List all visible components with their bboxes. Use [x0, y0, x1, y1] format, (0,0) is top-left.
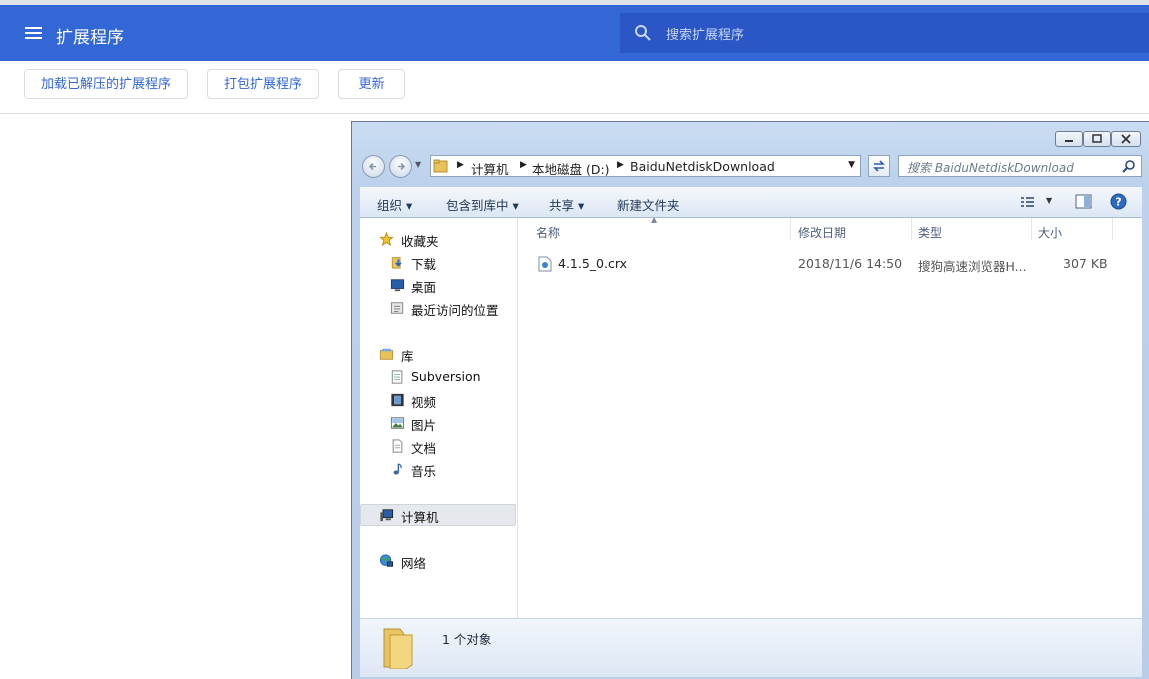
nav-computer[interactable]: 计算机 [380, 507, 439, 526]
maximize-button[interactable] [1083, 131, 1111, 147]
load-unpacked-button[interactable]: 加载已解压的扩展程序 [24, 69, 188, 99]
forward-arrow-icon [398, 162, 406, 171]
recent-places-icon [390, 302, 404, 314]
maximize-icon [1092, 134, 1102, 143]
nav-music[interactable]: 音乐 [393, 461, 437, 480]
nav-favorites-label: 收藏夹 [401, 234, 439, 249]
back-arrow-icon [368, 162, 376, 171]
music-icon [393, 463, 402, 475]
nav-network-label: 网络 [401, 556, 427, 571]
desktop-icon [390, 279, 405, 292]
folder-search-input[interactable]: 搜索 BaiduNetdiskDownload [898, 155, 1142, 177]
command-bar: 组织 ▾ 包含到库中 ▾ 共享 ▾ 新建文件夹 ▼ ? [360, 187, 1142, 218]
nav-pictures-label: 图片 [411, 418, 437, 433]
navigation-pane: 收藏夹 下载 桌面 最近访问的位置 库 Subversion 视频 图片 文档 … [360, 218, 518, 618]
nav-recent-label: 最近访问的位置 [411, 303, 499, 318]
forward-button[interactable] [389, 155, 412, 178]
nav-libraries-label: 库 [401, 349, 414, 364]
new-folder-button[interactable]: 新建文件夹 [617, 195, 680, 214]
crx-file-icon [538, 256, 552, 272]
nav-downloads-label: 下载 [411, 257, 437, 272]
video-icon [391, 393, 404, 407]
star-icon [379, 232, 394, 246]
file-size: 307 KB [1063, 256, 1108, 271]
item-count: 1 个对象 [442, 632, 492, 647]
preview-pane-icon[interactable] [1075, 194, 1092, 209]
nav-computer-label: 计算机 [401, 510, 439, 525]
search-placeholder: 搜索 BaiduNetdiskDownload [907, 161, 1074, 175]
document-icon [392, 439, 403, 453]
file-name: 4.1.5_0.crx [558, 256, 628, 271]
nav-documents-label: 文档 [411, 441, 437, 456]
extensions-header: 扩展程序 搜索扩展程序 [0, 5, 1149, 61]
view-options-icon[interactable] [1020, 195, 1036, 209]
back-button[interactable] [362, 155, 385, 178]
minimize-icon [1065, 140, 1073, 142]
nav-network[interactable]: 网络 [379, 553, 427, 572]
nav-videos[interactable]: 视频 [391, 392, 437, 411]
organize-menu[interactable]: 组织 ▾ [377, 195, 412, 214]
address-bar[interactable]: ▶ 计算机 ▶ 本地磁盘 (D:) ▶ BaiduNetdiskDownload… [430, 155, 861, 177]
content-pane: 收藏夹 下载 桌面 最近访问的位置 库 Subversion 视频 图片 文档 … [360, 215, 1142, 618]
close-button[interactable] [1111, 131, 1141, 147]
nav-videos-label: 视频 [411, 395, 437, 410]
navigation-row: ▼ ▶ 计算机 ▶ 本地磁盘 (D:) ▶ BaiduNetdiskDownlo… [360, 154, 1142, 180]
developer-toolbar: 加载已解压的扩展程序 打包扩展程序 更新 [0, 61, 1149, 114]
nav-pictures[interactable]: 图片 [390, 415, 437, 434]
share-menu[interactable]: 共享 ▾ [549, 195, 584, 214]
nav-recent-places[interactable]: 最近访问的位置 [390, 300, 499, 319]
breadcrumb-chevron-icon[interactable]: ▶ [457, 160, 464, 170]
nav-desktop-label: 桌面 [411, 280, 437, 295]
search-placeholder: 搜索扩展程序 [666, 28, 745, 43]
search-icon[interactable] [1122, 159, 1136, 173]
recent-pages-dropdown-icon[interactable]: ▼ [415, 160, 421, 169]
details-pane: 1 个对象 [360, 618, 1142, 677]
menu-icon[interactable] [25, 27, 42, 39]
explorer-window: ▼ ▶ 计算机 ▶ 本地磁盘 (D:) ▶ BaiduNetdiskDownlo… [351, 121, 1149, 679]
help-icon[interactable]: ? [1110, 193, 1127, 210]
breadcrumb-folder[interactable]: BaiduNetdiskDownload [630, 159, 775, 174]
refresh-icon [873, 160, 885, 172]
minimize-button[interactable] [1055, 131, 1083, 147]
search-icon [635, 25, 651, 41]
view-dropdown-icon[interactable]: ▼ [1046, 196, 1052, 205]
page-title: 扩展程序 [56, 28, 124, 48]
nav-subversion[interactable]: Subversion [391, 369, 481, 384]
breadcrumb-drive[interactable]: 本地磁盘 (D:) [532, 159, 610, 178]
nav-libraries[interactable]: 库 [379, 346, 414, 365]
refresh-button[interactable] [868, 155, 890, 177]
pack-extension-button[interactable]: 打包扩展程序 [207, 69, 319, 99]
include-in-library-menu[interactable]: 包含到库中 ▾ [446, 195, 519, 214]
nav-downloads[interactable]: 下载 [391, 254, 437, 273]
library-icon [379, 348, 394, 360]
folder-large-icon [383, 628, 413, 669]
update-button[interactable]: 更新 [338, 69, 405, 99]
nav-documents[interactable]: 文档 [392, 438, 437, 457]
close-icon [1121, 134, 1131, 144]
file-list: ▲ 名称 修改日期 类型 大小 4.1.5_0.crx 2018/11/6 14… [518, 215, 1142, 618]
picture-icon [390, 417, 405, 429]
download-folder-icon [391, 257, 402, 269]
nav-music-label: 音乐 [411, 464, 437, 479]
file-modified: 2018/11/6 14:50 [798, 256, 903, 271]
nav-subversion-label: Subversion [411, 369, 481, 384]
breadcrumb-chevron-icon[interactable]: ▶ [617, 160, 624, 170]
file-type: 搜狗高速浏览器H... [918, 259, 1027, 274]
library-document-icon [391, 370, 403, 384]
address-dropdown-icon[interactable]: ▼ [848, 160, 855, 170]
nav-desktop[interactable]: 桌面 [390, 277, 437, 296]
nav-favorites[interactable]: 收藏夹 [379, 231, 439, 250]
breadcrumb-chevron-icon[interactable]: ▶ [520, 160, 527, 170]
svg-text:?: ? [1115, 196, 1121, 209]
computer-icon [380, 509, 394, 522]
folder-icon [433, 159, 448, 173]
file-row[interactable]: 4.1.5_0.crx 2018/11/6 14:50 搜狗高速浏览器H... … [518, 218, 1142, 278]
network-icon [379, 554, 394, 567]
extension-search-box[interactable]: 搜索扩展程序 [620, 13, 1149, 53]
breadcrumb-computer[interactable]: 计算机 [471, 159, 509, 178]
